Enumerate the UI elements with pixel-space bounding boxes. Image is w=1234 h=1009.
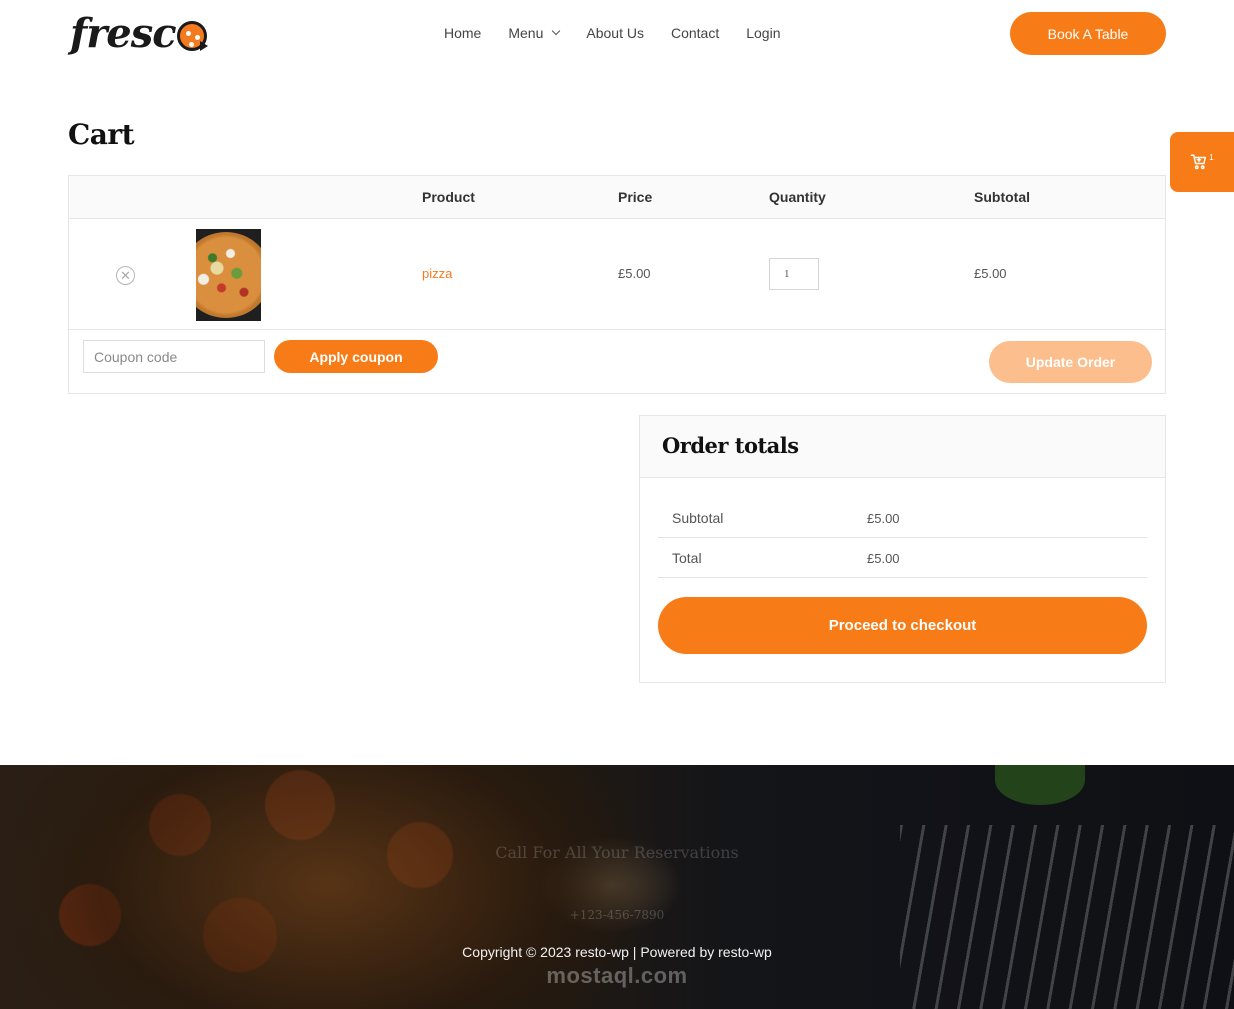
chevron-down-icon: [552, 26, 561, 36]
order-totals-title: Order totals: [662, 433, 799, 458]
column-header-product: Product: [422, 189, 475, 205]
cart-count-badge: 1: [1209, 152, 1214, 162]
footer-phone: +123-456-7890: [569, 908, 665, 922]
order-totals-panel: Order totals Subtotal £5.00 Total £5.00 …: [639, 415, 1166, 683]
nav-contact[interactable]: Contact: [671, 25, 719, 41]
product-name-link[interactable]: pizza: [422, 266, 452, 281]
cart-actions: Apply coupon Update Order: [69, 330, 1165, 393]
nav-login[interactable]: Login: [746, 25, 780, 41]
totals-label: Subtotal: [672, 510, 724, 526]
logo-text: fresc: [70, 9, 177, 57]
cart-icon: [1191, 154, 1207, 170]
column-header-price: Price: [618, 189, 653, 205]
nav-about-us[interactable]: About Us: [586, 25, 644, 41]
item-price: £5.00: [618, 266, 651, 281]
cart-table-header: Product Price Quantity Subtotal: [69, 176, 1165, 219]
quantity-input[interactable]: [769, 258, 819, 290]
watermark-logo: mostaql.com: [546, 963, 688, 988]
coupon-code-input[interactable]: [83, 340, 265, 373]
item-subtotal: £5.00: [974, 266, 1007, 281]
totals-value: £5.00: [867, 551, 900, 566]
order-totals-header: Order totals: [640, 416, 1165, 478]
product-thumbnail[interactable]: [196, 229, 261, 321]
proceed-to-checkout-button[interactable]: Proceed to checkout: [658, 597, 1147, 654]
floating-cart-button[interactable]: 1: [1170, 132, 1234, 192]
site-footer: Call For All Your Reservations +123-456-…: [0, 765, 1234, 1009]
pizza-image: [196, 232, 261, 318]
main-nav: Home Menu About Us Contact Login: [444, 22, 808, 44]
totals-value: £5.00: [867, 511, 900, 526]
footer-copyright: Copyright © 2023 resto-wp | Powered by r…: [462, 944, 772, 960]
totals-label: Total: [672, 550, 702, 566]
pizza-logo-icon: [176, 21, 208, 51]
book-table-button[interactable]: Book A Table: [1010, 12, 1166, 55]
update-order-button[interactable]: Update Order: [989, 341, 1152, 383]
page-title: Cart: [68, 118, 135, 151]
cart-item-row: ✕ pizza £5.00 £5.00: [69, 219, 1165, 330]
totals-row-total: Total £5.00: [658, 538, 1147, 578]
cart-table: Product Price Quantity Subtotal ✕ pizza …: [68, 175, 1166, 394]
nav-home[interactable]: Home: [444, 25, 481, 41]
footer-reservations-text: Call For All Your Reservations: [495, 843, 739, 862]
site-logo[interactable]: fresc: [70, 8, 208, 58]
apply-coupon-button[interactable]: Apply coupon: [274, 340, 438, 373]
column-header-quantity: Quantity: [769, 189, 826, 205]
column-header-subtotal: Subtotal: [974, 189, 1030, 205]
remove-item-icon[interactable]: ✕: [116, 266, 135, 285]
nav-menu-label: Menu: [508, 25, 544, 41]
nav-menu[interactable]: Menu: [508, 25, 561, 41]
totals-row-subtotal: Subtotal £5.00: [658, 498, 1147, 538]
